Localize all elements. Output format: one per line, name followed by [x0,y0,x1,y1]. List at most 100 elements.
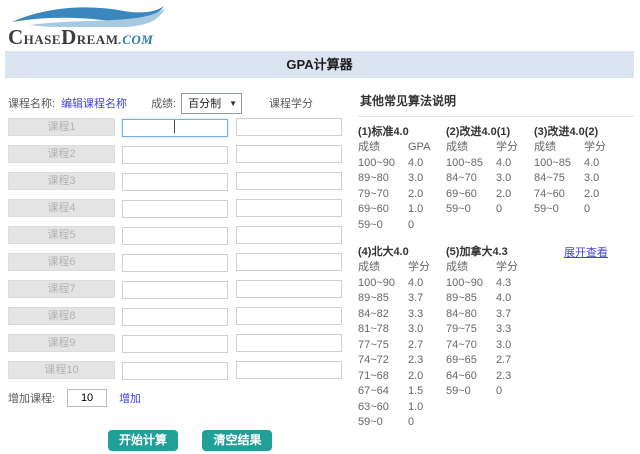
grade-value-cell: 3.0 [408,322,446,338]
course-row: 课程9 [8,334,350,352]
add-course-count-input[interactable] [67,389,107,407]
score-input[interactable] [122,335,228,353]
grade-value-cell: 3.0 [408,171,446,187]
course-credits-label: 课程学分 [269,95,313,111]
algorithm-table-grid: 成绩学分100~904.089~853.784~823.381~783.077~… [358,260,446,431]
score-range-cell: 84~75 [534,171,584,187]
score-range-cell: 79~70 [358,187,408,203]
grade-value-cell: 3.3 [496,322,534,338]
credit-input[interactable] [236,199,342,217]
course-row: 课程4 [8,199,350,217]
course-name-button[interactable]: 课程1 [8,118,115,136]
value-column-header: GPA [408,140,446,156]
course-row: 课程5 [8,226,350,244]
divider [358,116,634,117]
score-range-cell: 69~65 [446,353,496,369]
course-row: 课程1 [8,118,350,136]
score-range-cell: 84~82 [358,307,408,323]
grade-value-cell: 4.0 [408,276,446,292]
score-range-cell: 74~72 [358,353,408,369]
score-range-cell: 69~60 [358,202,408,218]
score-range-cell: 100~85 [446,156,496,172]
course-name-button[interactable]: 课程8 [8,307,115,325]
logo-wave-icon [8,3,166,27]
score-input[interactable] [122,200,228,218]
course-row: 课程6 [8,253,350,271]
expand-view-link[interactable]: 展开查看 [564,244,608,260]
score-input-wrap [122,172,228,190]
grade-value-cell: 2.0 [408,369,446,385]
logo-text-dream: Dream [61,25,118,52]
score-column-header: 成绩 [358,260,408,276]
value-column-header: 学分 [408,260,446,276]
algorithm-table-grid: 成绩GPA100~904.089~803.079~702.069~601.059… [358,140,446,233]
score-range-cell: 59~0 [358,218,408,234]
score-range-cell: 77~75 [358,338,408,354]
grade-value-cell: 3.0 [496,338,534,354]
score-input[interactable] [122,281,228,299]
score-range-cell: 71~68 [358,369,408,385]
course-name-button[interactable]: 课程6 [8,253,115,271]
score-input[interactable] [122,308,228,326]
grade-value-cell: 3.0 [584,171,622,187]
score-input[interactable] [122,173,228,191]
course-name-button[interactable]: 课程2 [8,145,115,163]
course-name-button[interactable]: 课程4 [8,199,115,217]
grade-value-cell: 2.7 [496,353,534,369]
credit-input[interactable] [236,280,342,298]
credit-input[interactable] [236,334,342,352]
score-input[interactable] [122,146,228,164]
credit-input[interactable] [236,253,342,271]
logo-text-chase: Chase [8,25,61,52]
grade-value-cell: 3.7 [496,307,534,323]
credit-input[interactable] [236,145,342,163]
credit-input[interactable] [236,226,342,244]
score-range-cell: 64~60 [446,369,496,385]
form-actions: 开始计算 清空结果 [8,430,350,451]
score-input-wrap [122,199,228,217]
score-range-cell: 59~0 [446,384,496,400]
grade-value-cell: 2.0 [408,187,446,203]
score-range-cell: 100~90 [446,276,496,292]
course-name-button[interactable]: 课程3 [8,172,115,190]
clear-results-button[interactable]: 清空结果 [202,430,272,451]
course-name-button[interactable]: 课程7 [8,280,115,298]
logo-wordmark: ChaseDream.COM [8,25,153,52]
credit-input[interactable] [236,172,342,190]
score-input-wrap [122,226,228,244]
credit-input[interactable] [236,307,342,325]
score-range-cell: 67~64 [358,384,408,400]
score-input[interactable] [122,362,228,380]
grade-value-cell: 4.0 [584,156,622,172]
add-courses-link[interactable]: 增加 [119,390,141,406]
value-column-header: 学分 [496,140,534,156]
calculate-button[interactable]: 开始计算 [108,430,178,451]
credit-input[interactable] [236,118,342,136]
score-range-cell: 69~60 [446,187,496,203]
algorithm-table-grid: 成绩学分100~854.084~753.074~602.059~00 [534,140,622,218]
credit-input[interactable] [236,361,342,379]
value-column-header: 学分 [584,140,622,156]
chevron-down-icon: ▼ [229,99,237,108]
grade-value-cell: 0 [496,202,534,218]
course-name-button[interactable]: 课程9 [8,334,115,352]
score-column-header: 成绩 [446,260,496,276]
course-name-button[interactable]: 课程5 [8,226,115,244]
course-name-button[interactable]: 课程10 [8,361,115,379]
score-label: 成绩: [151,95,176,111]
logo-text-com: .COM [118,32,153,48]
score-scale-selected-value: 百分制 [188,95,221,111]
score-input[interactable] [122,254,228,272]
score-input[interactable] [122,227,228,245]
score-scale-select[interactable]: 百分制 ▼ [181,93,242,114]
score-range-cell: 100~90 [358,276,408,292]
grade-value-cell: 2.3 [408,353,446,369]
chasedream-logo[interactable]: ChaseDream.COM [8,3,166,49]
edit-course-names-link[interactable]: 编辑课程名称 [61,95,127,111]
algorithm-table-name: (4)北大4.0 [358,244,446,260]
score-input[interactable] [122,119,228,137]
algorithm-tables-row-2: (4)北大4.0成绩学分100~904.089~853.784~823.381~… [358,244,634,431]
score-column-header: 成绩 [358,140,408,156]
course-row: 课程10 [8,361,350,379]
score-range-cell: 100~90 [358,156,408,172]
